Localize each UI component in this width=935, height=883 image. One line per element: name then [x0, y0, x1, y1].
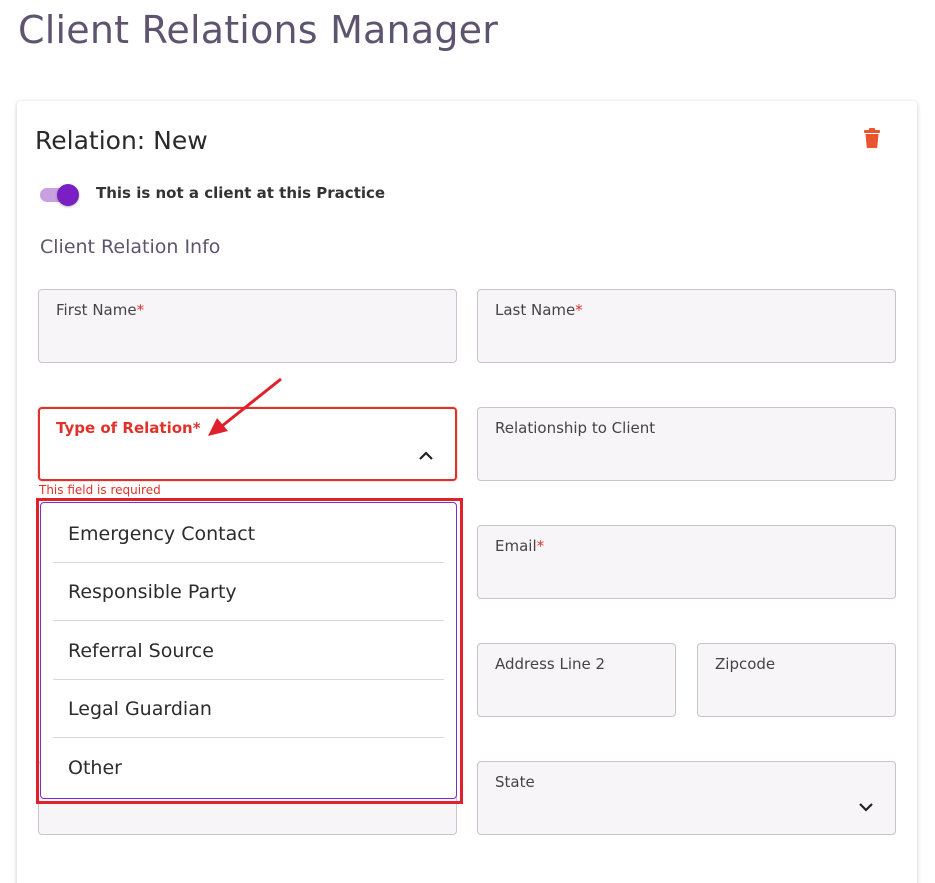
trash-icon[interactable] [864, 128, 880, 148]
zipcode-field[interactable]: Zipcode [697, 643, 896, 717]
option-other[interactable]: Other [53, 739, 444, 797]
type-of-relation-error: This field is required [39, 483, 161, 497]
card-title: Relation: New [35, 126, 208, 155]
last-name-field[interactable]: Last Name* [477, 289, 896, 363]
option-responsible-party[interactable]: Responsible Party [53, 563, 444, 621]
relation-type-dropdown: Emergency Contact Responsible Party Refe… [40, 502, 457, 799]
not-client-toggle[interactable] [40, 184, 80, 206]
state-select[interactable]: State [477, 761, 896, 835]
option-emergency-contact[interactable]: Emergency Contact [53, 505, 444, 563]
first-name-field[interactable]: First Name* [38, 289, 457, 363]
relationship-to-client-label: Relationship to Client [495, 419, 656, 437]
relationship-to-client-field[interactable]: Relationship to Client [477, 407, 896, 481]
chevron-down-icon [859, 803, 873, 812]
zipcode-label: Zipcode [715, 655, 776, 673]
page-title: Client Relations Manager [18, 8, 499, 52]
address-line-2-field[interactable]: Address Line 2 [477, 643, 676, 717]
email-label: Email* [495, 537, 545, 555]
toggle-label: This is not a client at this Practice [96, 184, 386, 202]
email-field[interactable]: Email* [477, 525, 896, 599]
state-label: State [495, 773, 535, 791]
first-name-label: First Name* [56, 301, 145, 319]
last-name-label: Last Name* [495, 301, 583, 319]
section-title: Client Relation Info [40, 236, 221, 258]
toggle-knob [57, 184, 79, 206]
annotation-arrow-icon [208, 377, 282, 436]
address-line-2-label: Address Line 2 [495, 655, 606, 673]
option-referral-source[interactable]: Referral Source [53, 622, 444, 680]
type-of-relation-label: Type of Relation* [56, 419, 201, 437]
option-legal-guardian[interactable]: Legal Guardian [53, 680, 444, 738]
chevron-up-icon [419, 451, 433, 460]
